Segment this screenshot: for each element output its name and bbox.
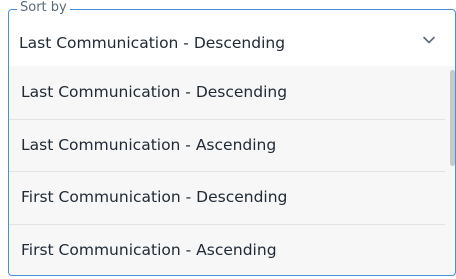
sort-by-select[interactable]: Sort by Last Communication - Descending — [8, 0, 456, 66]
sort-option-first-communication-ascending[interactable]: First Communication - Ascending — [9, 223, 455, 276]
sort-options-list: Last Communication - Descending Last Com… — [8, 66, 456, 276]
sort-by-label: Sort by — [17, 0, 70, 16]
sort-dropdown-screen: Sort by Last Communication - Descending … — [0, 0, 456, 279]
chevron-down-icon[interactable] — [421, 32, 437, 48]
selected-sort-value: Last Communication - Descending — [19, 34, 286, 52]
sort-option-first-communication-descending[interactable]: First Communication - Descending — [9, 171, 455, 224]
menu-scrollbar[interactable] — [450, 70, 455, 166]
sort-option-last-communication-ascending[interactable]: Last Communication - Ascending — [9, 118, 455, 172]
sort-option-last-communication-descending[interactable]: Last Communication - Descending — [9, 66, 455, 119]
